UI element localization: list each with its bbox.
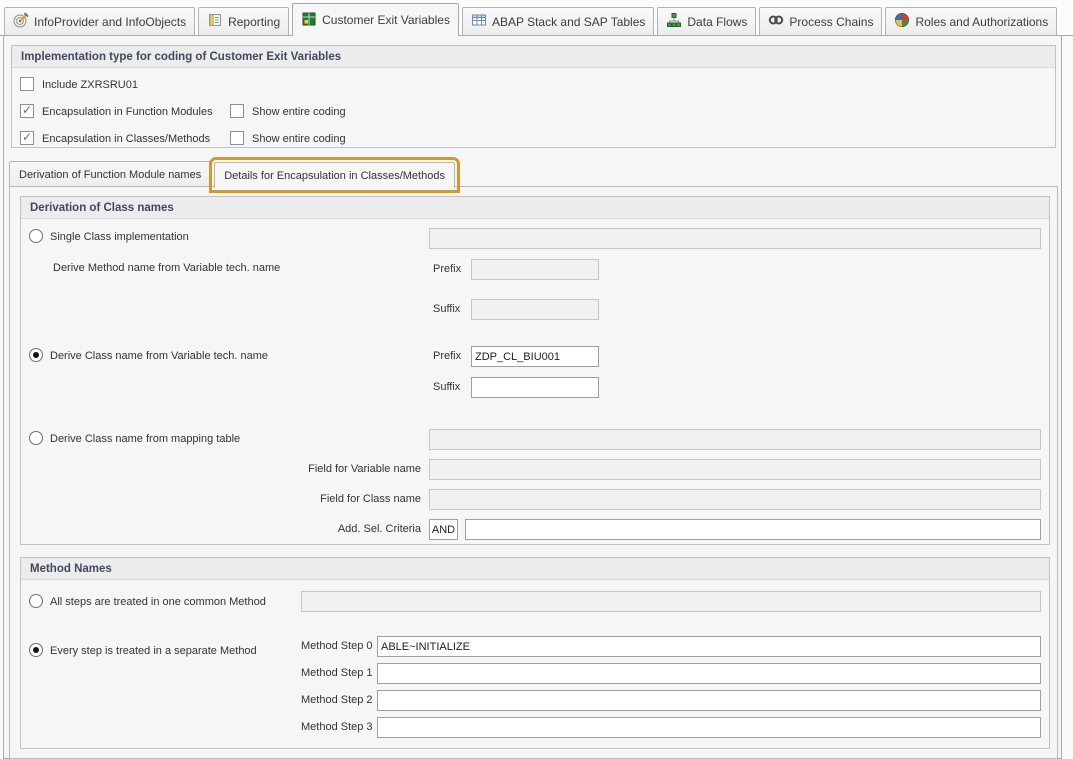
method-step-1-label: Method Step 1 <box>301 667 373 679</box>
mapping-table-radio[interactable] <box>29 431 43 445</box>
roles-icon <box>894 12 910 31</box>
subtab-encapsulation-classes-methods[interactable]: Details for Encapsulation in Classes/Met… <box>214 162 455 188</box>
method-step-1-input[interactable] <box>377 663 1041 684</box>
single-class-label: Single Class implementation <box>50 231 189 243</box>
include-zxrsru01-checkbox[interactable] <box>20 77 34 91</box>
method-step-0-label: Method Step 0 <box>301 640 373 652</box>
derive-class-tech-radio[interactable] <box>29 348 43 362</box>
method-step-2-label: Method Step 2 <box>301 694 373 706</box>
subtab-label: Details for Encapsulation in Classes/Met… <box>224 170 445 182</box>
add-sel-criteria-operator[interactable] <box>429 519 458 540</box>
subtab-label: Derivation of Function Module names <box>19 169 201 181</box>
tab-label: ABAP Stack and SAP Tables <box>492 15 645 29</box>
implementation-type-group: Implementation type for coding of Custom… <box>11 45 1056 148</box>
method-step-3-input[interactable] <box>377 717 1041 738</box>
field-for-class-name-label: Field for Class name <box>171 493 421 505</box>
single-class-input[interactable] <box>429 228 1041 249</box>
tab-process-chains[interactable]: Process Chains <box>759 7 882 35</box>
common-method-input[interactable] <box>301 591 1041 612</box>
subtab-function-module-names[interactable]: Derivation of Function Module names <box>9 161 211 187</box>
derivation-of-class-names-group: Derivation of Class names Single Class i… <box>20 196 1050 545</box>
tab-data-flows[interactable]: Data Flows <box>657 7 756 35</box>
tab-label: Data Flows <box>687 15 747 29</box>
encapsulation-function-modules-checkbox[interactable] <box>20 104 34 118</box>
common-method-label: All steps are treated in one common Meth… <box>50 596 266 608</box>
customer-exit-variables-panel: Implementation type for coding of Custom… <box>3 36 1062 759</box>
method-prefix-label: Prefix <box>433 263 461 275</box>
implementation-type-header: Implementation type for coding of Custom… <box>12 46 1055 68</box>
add-sel-criteria-label: Add. Sel. Criteria <box>171 523 421 535</box>
class-prefix-input[interactable] <box>471 346 599 367</box>
method-step-0-input[interactable] <box>377 636 1041 657</box>
process-chains-icon <box>768 12 784 31</box>
class-prefix-label: Prefix <box>433 350 461 362</box>
tab-roles-and-authorizations[interactable]: Roles and Authorizations <box>885 7 1057 35</box>
mapping-table-label: Derive Class name from mapping table <box>50 433 240 445</box>
common-method-radio[interactable] <box>29 594 43 608</box>
method-suffix-input[interactable] <box>471 299 599 320</box>
encapsulation-classes-methods-checkbox[interactable] <box>20 131 34 145</box>
tab-customer-exit-variables[interactable]: Customer Exit Variables <box>292 3 459 36</box>
tab-label: Roles and Authorizations <box>915 15 1048 29</box>
tab-label: Reporting <box>228 15 280 29</box>
detail-tab-strip: Derivation of Function Module names Deta… <box>9 160 458 187</box>
separate-method-label: Every step is treated in a separate Meth… <box>50 645 257 657</box>
field-for-variable-name-label: Field for Variable name <box>171 463 421 475</box>
tab-label: Process Chains <box>789 15 873 29</box>
data-flows-icon <box>666 12 682 31</box>
derive-method-name-label: Derive Method name from Variable tech. n… <box>53 262 280 274</box>
separate-method-radio[interactable] <box>29 643 43 657</box>
encapsulation-classes-methods-label: Encapsulation in Classes/Methods <box>42 133 210 145</box>
include-zxrsru01-label: Include ZXRSRU01 <box>42 79 138 91</box>
method-suffix-label: Suffix <box>433 303 460 315</box>
exit-variables-icon <box>301 11 317 30</box>
add-sel-criteria-input[interactable] <box>465 519 1041 540</box>
report-icon <box>207 12 223 31</box>
method-names-group: Method Names All steps are treated in on… <box>20 557 1050 749</box>
tab-abap-stack-and-sap-tables[interactable]: ABAP Stack and SAP Tables <box>462 7 654 35</box>
encapsulation-function-modules-label: Encapsulation in Function Modules <box>42 106 213 118</box>
method-step-3-label: Method Step 3 <box>301 721 373 733</box>
sap-table-icon <box>471 12 487 31</box>
method-names-header: Method Names <box>21 558 1049 580</box>
show-entire-coding-cm-checkbox[interactable] <box>230 131 244 145</box>
main-tab-strip: InfoProvider and InfoObjects Reporting C… <box>0 0 1073 36</box>
derive-class-tech-label: Derive Class name from Variable tech. na… <box>50 350 268 362</box>
target-icon <box>13 12 29 31</box>
class-suffix-input[interactable] <box>471 377 599 398</box>
encapsulation-details-panel: Derivation of Class names Single Class i… <box>9 186 1058 759</box>
tab-reporting[interactable]: Reporting <box>198 7 289 35</box>
tab-label: Customer Exit Variables <box>322 13 450 27</box>
derivation-of-class-names-header: Derivation of Class names <box>21 197 1049 219</box>
tab-label: InfoProvider and InfoObjects <box>34 15 186 29</box>
mapping-table-input[interactable] <box>429 429 1041 450</box>
single-class-radio[interactable] <box>29 229 43 243</box>
method-step-2-input[interactable] <box>377 690 1041 711</box>
show-entire-coding-fm-checkbox[interactable] <box>230 104 244 118</box>
tab-infoprovider-and-infoobjects[interactable]: InfoProvider and InfoObjects <box>4 7 195 35</box>
field-for-variable-name-input[interactable] <box>429 459 1041 480</box>
class-suffix-label: Suffix <box>433 381 460 393</box>
method-prefix-input[interactable] <box>471 259 599 280</box>
show-entire-coding-fm-label: Show entire coding <box>252 106 346 118</box>
show-entire-coding-cm-label: Show entire coding <box>252 133 346 145</box>
field-for-class-name-input[interactable] <box>429 489 1041 510</box>
